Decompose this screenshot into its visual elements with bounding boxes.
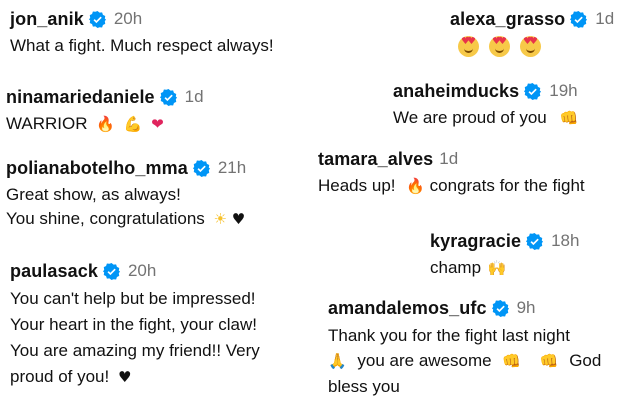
comment-line: You are amazing my friend!! Very — [10, 341, 260, 360]
black-heart-icon: ♥ — [231, 210, 246, 228]
verified-badge-icon — [192, 159, 210, 177]
timestamp: 9h — [516, 298, 536, 317]
username[interactable]: amandalemos_ufc — [328, 297, 487, 319]
comment-line: congrats for the fight — [429, 176, 585, 195]
heart-eyes-face-icon — [458, 36, 479, 57]
username[interactable]: kyragracie — [430, 230, 521, 252]
comment-anaheimducks: anaheimducks 19h We are proud of you 👊 — [393, 80, 578, 130]
verified-badge-icon — [491, 299, 509, 317]
comment-line: What a fight. Much respect always! — [10, 36, 274, 55]
sun-icon: ☀ — [213, 210, 227, 228]
comment-line: You can't help but be impressed! — [10, 289, 256, 308]
comment-line: Your heart in the fight, your claw! — [10, 315, 257, 334]
comment-text: What a fight. Much respect always! — [10, 34, 274, 58]
raising-hands-icon: 🙌 — [487, 259, 507, 277]
comment-line-text: You shine, congratulations — [6, 209, 205, 228]
comment-line-text: you are awesome — [357, 351, 492, 370]
folded-hands-icon: 🙏 — [328, 352, 347, 370]
comment-line-text: proud of you! — [10, 367, 110, 386]
verified-badge-icon — [159, 88, 177, 106]
comment-jon-anik: jon_anik 20h What a fight. Much respect … — [10, 8, 274, 58]
comment-text: Heads up! 🔥 congrats for the fight — [318, 174, 585, 198]
verified-badge-icon — [524, 82, 542, 100]
fist-icon: 👊 — [502, 352, 522, 370]
verified-badge-icon — [526, 232, 544, 250]
timestamp: 20h — [113, 9, 143, 28]
flexed-biceps-icon: 💪 — [123, 115, 143, 133]
comment-text: Great show, as always! You shine, congra… — [6, 183, 246, 231]
timestamp: 1d — [595, 9, 615, 28]
verified-badge-icon — [570, 10, 588, 28]
timestamp: 1d — [184, 87, 204, 106]
fist-icon: 👊 — [559, 109, 579, 127]
comment-polianabotelho-mma: polianabotelho_mma 21h Great show, as al… — [6, 157, 246, 231]
comment-line: champ — [430, 258, 482, 277]
heart-eyes-face-icon — [520, 36, 541, 57]
username[interactable]: anaheimducks — [393, 80, 519, 102]
username[interactable]: jon_anik — [10, 8, 84, 30]
comment-paulasack: paulasack 20h You can't help but be impr… — [10, 260, 260, 390]
comment-tamara-alves: tamara_alves 1d Heads up! 🔥 congrats for… — [318, 148, 585, 198]
comment-text: We are proud of you 👊 — [393, 106, 578, 130]
comment-ninamariedaniele: ninamariedaniele 1d WARRIOR 🔥 💪 ❤ — [6, 86, 204, 136]
fist-icon: 👊 — [539, 352, 559, 370]
fire-icon: 🔥 — [96, 115, 115, 133]
username[interactable]: paulasack — [10, 260, 98, 282]
comment-line: Thank you for the fight last night — [328, 326, 570, 345]
comment-line: proud of you! ♥ — [10, 364, 260, 390]
username[interactable]: alexa_grasso — [450, 8, 565, 30]
comment-text: WARRIOR 🔥 💪 ❤ — [6, 112, 204, 136]
comment-text: champ 🙌 — [430, 256, 579, 280]
comment-text: Thank you for the fight last night 🙏 you… — [328, 323, 601, 399]
comment-line: WARRIOR — [6, 114, 88, 133]
comment-line-text: God — [569, 351, 602, 370]
comment-text: You can't help but be impressed! Your he… — [10, 286, 260, 390]
comment-amandalemos-ufc: amandalemos_ufc 9h Thank you for the fig… — [328, 297, 601, 399]
timestamp: 19h — [549, 81, 578, 100]
comment-kyragracie: kyragracie 18h champ 🙌 — [430, 230, 579, 280]
comment-emojis — [458, 36, 614, 57]
username[interactable]: polianabotelho_mma — [6, 157, 188, 179]
verified-badge-icon — [88, 10, 106, 28]
timestamp: 18h — [551, 231, 580, 250]
verified-badge-icon — [102, 262, 120, 280]
timestamp: 21h — [217, 158, 247, 177]
timestamp: 1d — [439, 149, 459, 168]
black-heart-icon: ♥ — [117, 368, 132, 386]
comment-line: bless you — [328, 377, 400, 396]
comment-alexa-grasso: alexa_grasso 1d — [450, 8, 614, 57]
heart-eyes-face-icon — [489, 36, 510, 57]
username[interactable]: tamara_alves — [318, 148, 433, 170]
red-heart-icon: ❤ — [151, 115, 164, 133]
comment-line: Great show, as always! — [6, 185, 181, 204]
comment-line: You shine, congratulations ☀ ♥ — [6, 207, 246, 231]
comment-line: 🙏 you are awesome 👊 👊 God — [328, 348, 601, 374]
comment-line: We are proud of you — [393, 108, 547, 127]
username[interactable]: ninamariedaniele — [6, 86, 155, 108]
comment-line: Heads up! — [318, 176, 396, 195]
timestamp: 20h — [127, 261, 157, 280]
fire-icon: 🔥 — [406, 177, 425, 195]
